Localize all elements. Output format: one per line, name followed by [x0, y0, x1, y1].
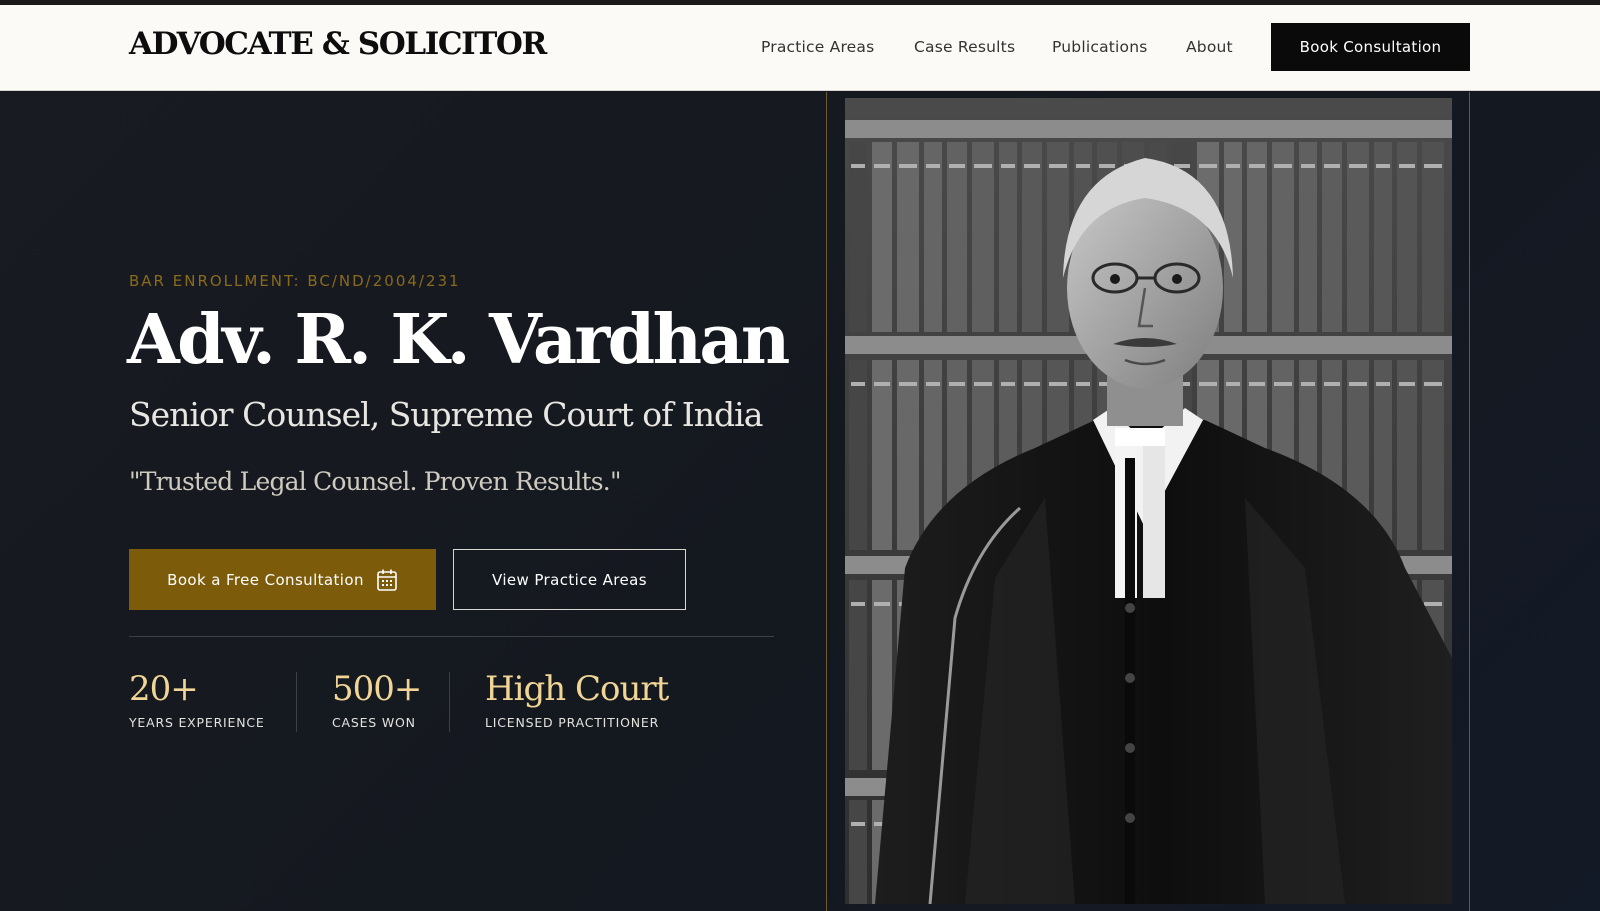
- view-practice-areas-button[interactable]: View Practice Areas: [453, 549, 686, 610]
- site-header: ADVOCATE & SOLICITOR Practice Areas Case…: [0, 5, 1600, 91]
- stat-licensed: High Court LICENSED PRACTITIONER: [485, 669, 669, 730]
- stat-separator: [449, 672, 450, 732]
- stat-label: YEARS EXPERIENCE: [129, 715, 265, 730]
- stat-label: CASES WON: [332, 715, 416, 730]
- stat-value: High Court: [485, 669, 669, 709]
- stat-label: LICENSED PRACTITIONER: [485, 715, 660, 730]
- nav-practice-areas[interactable]: Practice Areas: [761, 38, 874, 56]
- nav-about[interactable]: About: [1186, 38, 1233, 56]
- advocate-name: Adv. R. K. Vardhan: [127, 300, 790, 380]
- site-logo[interactable]: ADVOCATE & SOLICITOR: [129, 26, 547, 62]
- stat-value: 500+: [332, 669, 422, 709]
- stat-value: 20+: [129, 669, 199, 709]
- book-consultation-button[interactable]: Book Consultation: [1271, 23, 1470, 71]
- calendar-icon: [376, 568, 398, 592]
- book-free-consultation-button[interactable]: Book a Free Consultation: [129, 549, 436, 610]
- stat-cases-won: 500+ CASES WON: [332, 669, 422, 730]
- advocate-title: Senior Counsel, Supreme Court of India: [129, 395, 763, 434]
- advocate-portrait: [845, 98, 1452, 905]
- nav-publications[interactable]: Publications: [1052, 38, 1148, 56]
- tagline: "Trusted Legal Counsel. Proven Results.": [129, 467, 621, 496]
- nav-case-results[interactable]: Case Results: [914, 38, 1015, 56]
- stats-divider: [129, 636, 774, 637]
- stat-experience: 20+ YEARS EXPERIENCE: [129, 672, 265, 730]
- stat-separator: [296, 672, 297, 732]
- bar-enrollment-label: BAR ENROLLMENT: BC/ND/2004/231: [129, 272, 461, 290]
- book-free-consultation-label: Book a Free Consultation: [167, 570, 364, 589]
